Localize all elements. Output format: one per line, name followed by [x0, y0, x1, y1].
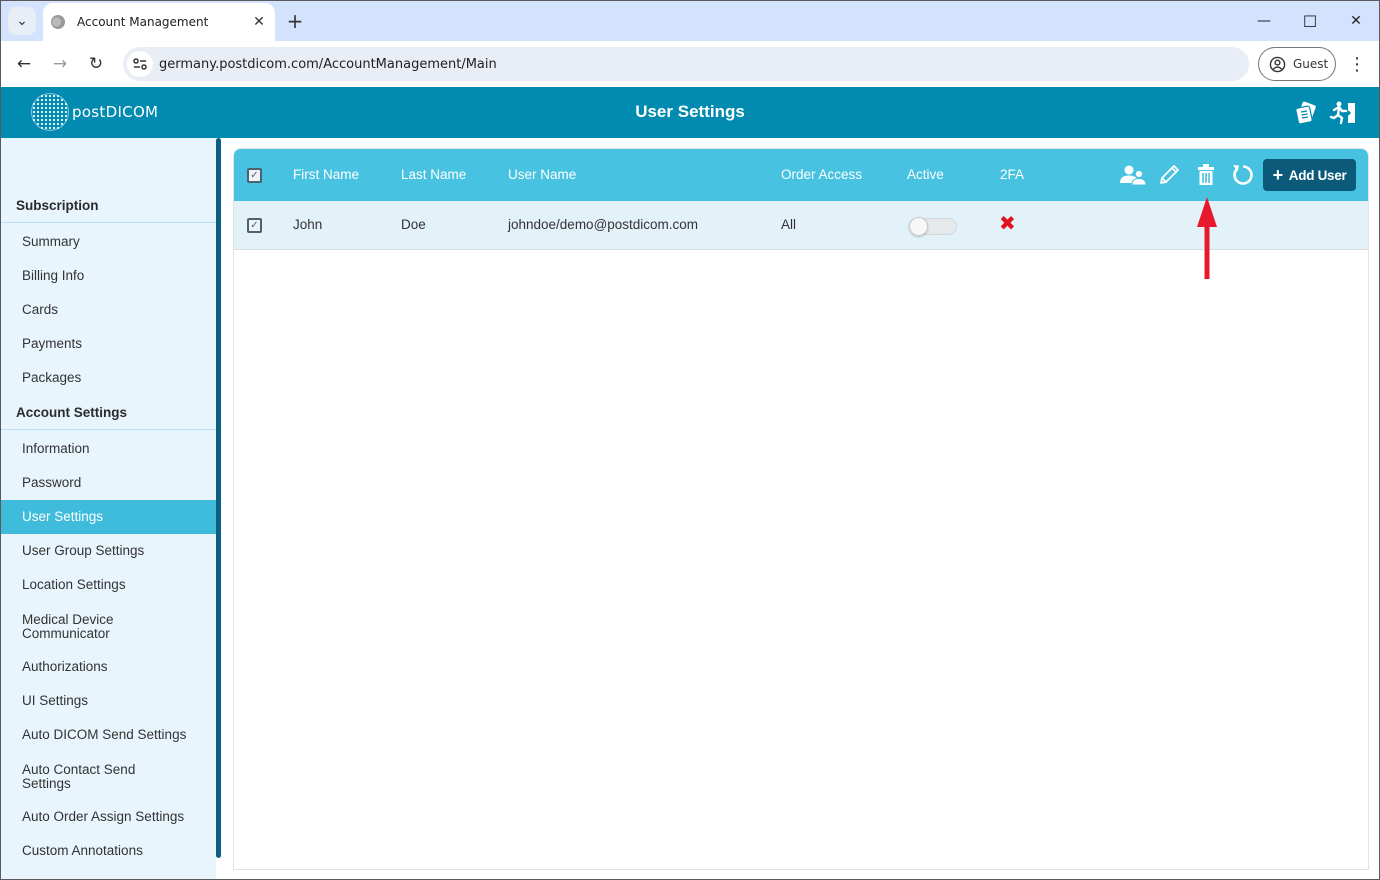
- sidebar-item-summary[interactable]: Summary: [1, 225, 216, 259]
- user-group-icon: [1120, 165, 1147, 186]
- check-icon: ✓: [250, 219, 259, 231]
- check-icon: ✓: [250, 169, 259, 181]
- refresh-button[interactable]: [1227, 161, 1257, 189]
- select-all-checkbox[interactable]: ✓: [247, 168, 262, 183]
- sidebar: Subscription Summary Billing Info Cards …: [1, 138, 216, 879]
- sidebar-item-user-settings[interactable]: User Settings: [1, 500, 216, 534]
- new-tab-button[interactable]: +: [283, 9, 307, 33]
- sidebar-item-auto-contact-send-settings[interactable]: Auto Contact Send Settings: [1, 756, 166, 798]
- delete-user-button[interactable]: [1191, 161, 1221, 189]
- browser-menu-button[interactable]: ⋮: [1347, 50, 1367, 78]
- tab-strip: ⌄ Account Management ✕ + — ☐ ✕: [1, 1, 1379, 41]
- arrow-head: [1197, 197, 1217, 227]
- url-text[interactable]: germany.postdicom.com/AccountManagement/…: [159, 57, 497, 72]
- column-2fa[interactable]: 2FA: [1000, 167, 1024, 182]
- reload-icon: ↻: [88, 54, 104, 74]
- close-icon: ✕: [1350, 13, 1362, 29]
- sidebar-section-account-settings: Account Settings: [1, 396, 216, 430]
- tab-search-button[interactable]: ⌄: [8, 7, 36, 35]
- maximize-icon: ☐: [1302, 11, 1318, 31]
- cell-last-name: Doe: [401, 217, 426, 232]
- documents-icon: [1295, 101, 1316, 125]
- profile-button[interactable]: Guest: [1258, 47, 1336, 81]
- active-toggle[interactable]: [909, 217, 957, 236]
- reload-button[interactable]: ↻: [82, 50, 110, 78]
- row-checkbox[interactable]: ✓: [247, 218, 262, 233]
- arrow-shaft: [1204, 225, 1210, 279]
- browser-tab[interactable]: Account Management ✕: [43, 3, 275, 41]
- plus-icon: +: [286, 9, 304, 33]
- plus-icon: +: [1272, 164, 1284, 185]
- minimize-button[interactable]: —: [1241, 7, 1287, 35]
- chevron-down-icon: ⌄: [16, 13, 28, 29]
- arrow-left-icon: ←: [16, 54, 32, 74]
- tune-icon: [133, 58, 147, 70]
- twofa-disabled-icon: ✖: [999, 211, 1016, 235]
- sidebar-item-billing-info[interactable]: Billing Info: [1, 259, 216, 293]
- cell-user-name: johndoe/demo@postdicom.com: [508, 217, 699, 232]
- table-header: ✓ First Name Last Name User Name Order A…: [234, 149, 1368, 201]
- refresh-icon: [1233, 165, 1253, 185]
- sidebar-item-packages[interactable]: Packages: [1, 361, 216, 395]
- kebab-menu-icon: ⋮: [1348, 53, 1366, 75]
- sidebar-item-payments[interactable]: Payments: [1, 327, 216, 361]
- address-bar[interactable]: germany.postdicom.com/AccountManagement/…: [123, 47, 1249, 81]
- profile-label: Guest: [1293, 57, 1329, 71]
- sidebar-item-ui-settings[interactable]: UI Settings: [1, 684, 216, 718]
- maximize-button[interactable]: ☐: [1287, 7, 1333, 35]
- browser-window: ⌄ Account Management ✕ + — ☐ ✕ ← → ↻ ger…: [0, 0, 1380, 880]
- column-user-name[interactable]: User Name: [508, 167, 576, 182]
- logout-button[interactable]: [1329, 99, 1357, 127]
- column-active[interactable]: Active: [907, 167, 944, 182]
- browser-toolbar: ← → ↻ germany.postdicom.com/AccountManag…: [1, 41, 1379, 87]
- arrow-right-icon: →: [52, 54, 68, 74]
- column-first-name[interactable]: First Name: [293, 167, 359, 182]
- edit-user-button[interactable]: [1154, 161, 1184, 189]
- toggle-knob: [909, 217, 928, 236]
- sidebar-item-medical-device-communicator[interactable]: Medical Device Communicator: [1, 606, 141, 648]
- documents-button[interactable]: [1292, 99, 1320, 127]
- back-button[interactable]: ←: [10, 50, 38, 78]
- sidebar-section-subscription: Subscription: [1, 189, 216, 223]
- sidebar-item-custom-annotations[interactable]: Custom Annotations: [1, 834, 216, 868]
- sidebar-item-auto-order-assign-settings[interactable]: Auto Order Assign Settings: [1, 800, 216, 834]
- sidebar-item-user-group-settings[interactable]: User Group Settings: [1, 534, 216, 568]
- sidebar-item-cards[interactable]: Cards: [1, 293, 216, 327]
- account-circle-icon: [1269, 56, 1286, 72]
- logout-exit-icon: [1329, 101, 1355, 125]
- close-window-button[interactable]: ✕: [1333, 7, 1379, 35]
- user-groups-button[interactable]: [1118, 161, 1148, 189]
- cell-order-access: All: [781, 217, 797, 232]
- minimize-icon: —: [1257, 13, 1271, 29]
- delete-trash-icon: [1198, 164, 1214, 185]
- edit-pencil-icon: [1160, 165, 1179, 184]
- sidebar-item-information[interactable]: Information: [1, 432, 216, 466]
- add-user-button[interactable]: + Add User: [1263, 159, 1356, 191]
- cell-first-name: John: [293, 217, 323, 232]
- page-title: User Settings: [635, 102, 745, 121]
- close-icon[interactable]: ✕: [249, 12, 269, 32]
- tab-title: Account Management: [77, 15, 209, 29]
- favicon-icon: [51, 15, 65, 29]
- sidebar-item-authorizations[interactable]: Authorizations: [1, 650, 216, 684]
- sidebar-item-location-settings[interactable]: Location Settings: [1, 568, 216, 602]
- forward-button[interactable]: →: [46, 50, 74, 78]
- add-user-label: Add User: [1288, 167, 1347, 183]
- column-order-access[interactable]: Order Access: [781, 167, 862, 182]
- app-header: postDICOM User Settings: [1, 87, 1379, 138]
- column-last-name[interactable]: Last Name: [401, 167, 466, 182]
- sidebar-item-auto-dicom-send-settings[interactable]: Auto DICOM Send Settings: [1, 718, 216, 752]
- annotation-arrow: [1197, 197, 1217, 279]
- sidebar-scrollbar[interactable]: [216, 138, 221, 858]
- sidebar-item-password[interactable]: Password: [1, 466, 216, 500]
- site-info-button[interactable]: [127, 51, 153, 77]
